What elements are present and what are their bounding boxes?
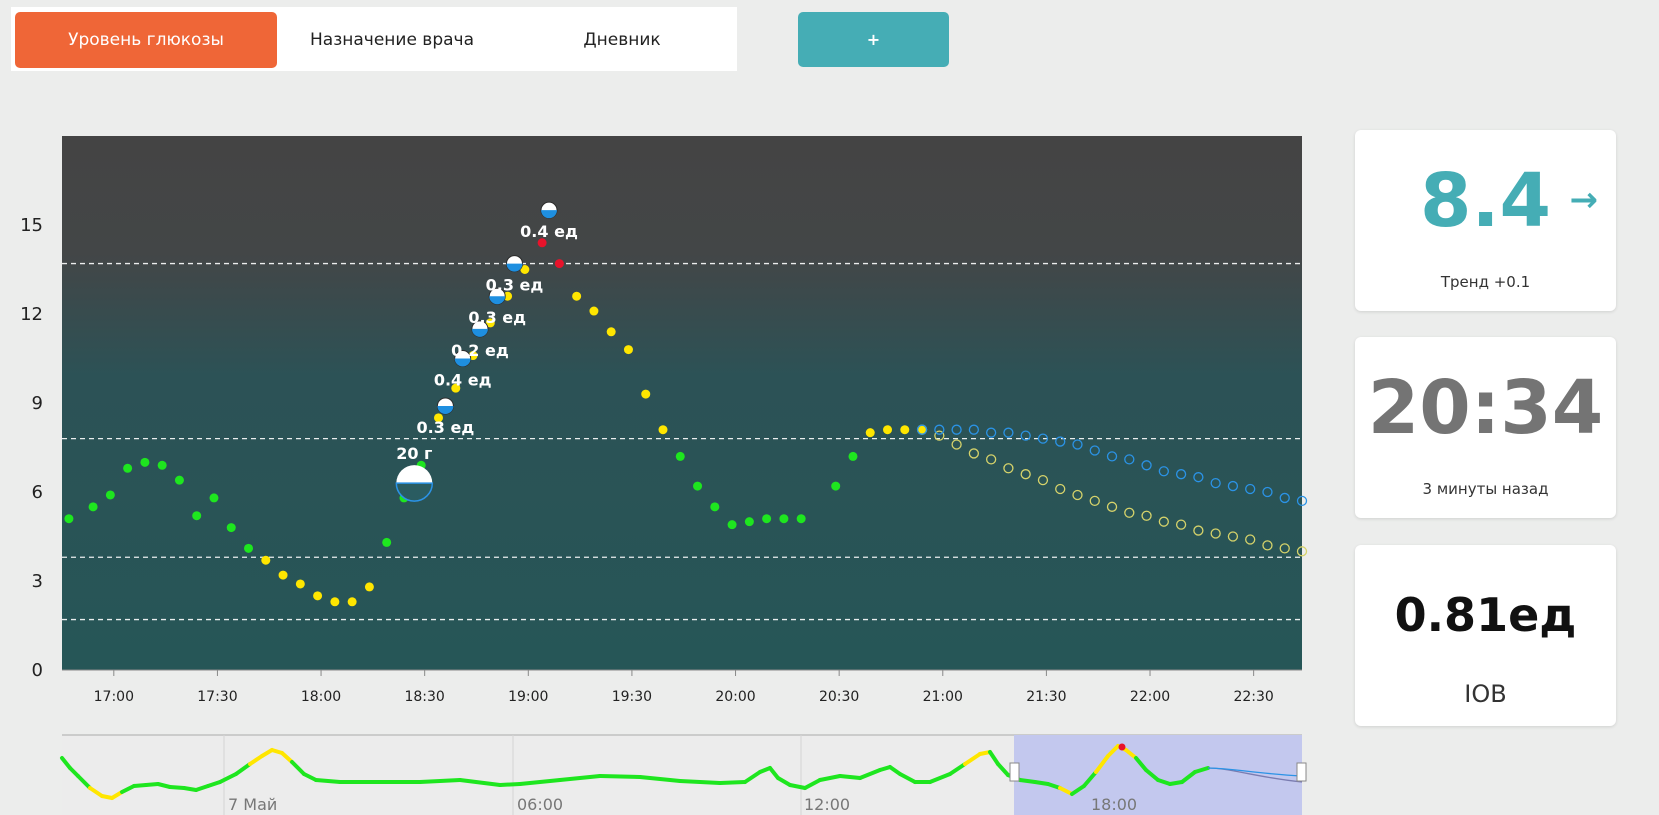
navigator-time-label: 7 Май [228, 795, 277, 814]
glucose-point[interactable] [744, 517, 754, 527]
insulin-dose-label: 0.2 ед [451, 341, 509, 360]
x-tick-label: 22:00 [1130, 689, 1170, 705]
last-reading-time: 20:34 [1367, 365, 1604, 451]
glucose-point[interactable] [330, 597, 340, 607]
navigator-time-label: 06:00 [517, 795, 563, 814]
glucose-point[interactable] [675, 451, 685, 461]
x-tick-label: 18:30 [404, 689, 444, 705]
x-tick-label: 17:30 [197, 689, 237, 705]
navigator-trace-segment [168, 785, 186, 790]
range-navigator[interactable]: 7 Май 06:00 12:00 18:00 [0, 730, 1320, 815]
glucose-point[interactable] [157, 460, 167, 470]
insulin-dose-label: 0.3 ед [468, 308, 526, 327]
glucose-point[interactable] [727, 520, 737, 530]
x-tick-label: 19:30 [612, 689, 652, 705]
navigator-trace-segment [1018, 778, 1037, 784]
navigator-trace-segment [718, 780, 747, 785]
glucose-point[interactable] [382, 537, 392, 547]
glucose-point[interactable] [606, 327, 616, 337]
y-tick-label: 6 [32, 482, 43, 503]
insulin-dose-label: 0.3 ед [417, 418, 475, 437]
glucose-point[interactable] [123, 463, 133, 473]
glucose-point[interactable] [105, 490, 115, 500]
navigator-trace-segment [498, 782, 522, 787]
glucose-point[interactable] [554, 259, 564, 269]
glucose-point[interactable] [347, 597, 357, 607]
glucose-point[interactable] [589, 306, 599, 316]
x-tick-label: 17:00 [94, 689, 134, 705]
glucose-point[interactable] [865, 428, 875, 438]
navigator-handle-left[interactable] [1009, 762, 1020, 782]
glucose-point[interactable] [883, 425, 893, 435]
last-reading-ago: 3 минуты назад [1422, 480, 1549, 498]
iob-value: 0.81ед [1394, 588, 1577, 642]
glucose-point[interactable] [140, 457, 150, 467]
insulin-dose-label: 0.3 ед [486, 276, 544, 295]
glucose-point[interactable] [796, 514, 806, 524]
navigator-trace-segment [678, 779, 722, 785]
navigator-trace-segment [314, 778, 342, 784]
navigator-trace-segment [418, 778, 462, 784]
glucose-point[interactable] [64, 514, 74, 524]
navigator-time-label: 18:00 [1091, 795, 1137, 814]
y-tick-label: 15 [20, 215, 43, 236]
glucose-point[interactable] [192, 511, 202, 521]
glucose-point[interactable] [693, 481, 703, 491]
glucose-point[interactable] [244, 543, 254, 553]
glucose-point[interactable] [572, 291, 582, 301]
plot-background [62, 136, 1302, 670]
y-tick-label: 9 [32, 393, 43, 414]
tab-doctor-prescription[interactable]: Назначение врача [277, 12, 507, 68]
x-tick-label: 20:30 [819, 689, 859, 705]
x-tick-label: 22:30 [1233, 689, 1273, 705]
y-tick-label: 3 [32, 571, 43, 592]
glucose-point[interactable] [710, 502, 720, 512]
insulin-dose-label: 0.4 ед [520, 222, 578, 241]
x-tick-label: 19:00 [508, 689, 548, 705]
glucose-point[interactable] [88, 502, 98, 512]
navigator-handle-right[interactable] [1296, 762, 1307, 782]
add-button[interactable]: + [798, 12, 949, 67]
glucose-point[interactable] [226, 523, 236, 533]
tab-diary[interactable]: Дневник [507, 12, 737, 68]
trend-arrow-icon: → [1569, 180, 1599, 220]
carbs-amount-label: 20 г [396, 444, 432, 463]
current-glucose-card: 8.4 → Тренд +0.1 [1355, 130, 1616, 311]
glucose-point[interactable] [313, 591, 323, 601]
glucose-point[interactable] [209, 493, 219, 503]
glucose-point[interactable] [295, 579, 305, 589]
navigator-high-point [1118, 743, 1126, 751]
x-tick-label: 21:30 [1026, 689, 1066, 705]
navigator-trace-segment [838, 774, 862, 780]
glucose-chart[interactable]: 0 3 6 9 12 15 17:00 17:30 18:00 18:30 19:00 19:30 2… [0, 120, 1320, 730]
glucose-point[interactable] [623, 345, 633, 355]
iob-card: 0.81ед IOB [1355, 545, 1616, 726]
glucose-point[interactable] [762, 514, 772, 524]
navigator-time-label: 12:00 [804, 795, 850, 814]
glucose-point[interactable] [278, 570, 288, 580]
glucose-point[interactable] [900, 425, 910, 435]
glucose-point[interactable] [779, 514, 789, 524]
last-reading-card: 20:34 3 минуты назад [1355, 337, 1616, 518]
tab-glucose[interactable]: Уровень глюкозы [15, 12, 277, 68]
tab-bar: Уровень глюкозы Назначение врача Дневник [11, 7, 737, 71]
y-tick-label: 12 [20, 304, 43, 325]
glucose-point[interactable] [831, 481, 841, 491]
navigator-trace-segment [598, 774, 642, 779]
x-tick-label: 18:00 [301, 689, 341, 705]
x-tick-label: 21:00 [923, 689, 963, 705]
glucose-point[interactable] [848, 451, 858, 461]
y-tick-label: 0 [32, 660, 43, 681]
glucose-point[interactable] [174, 475, 184, 485]
glucose-point[interactable] [641, 389, 651, 399]
glucose-point[interactable] [658, 425, 668, 435]
iob-label: IOB [1464, 680, 1507, 708]
trend-text: Тренд +0.1 [1440, 273, 1531, 291]
glucose-point[interactable] [261, 555, 271, 565]
glucose-point[interactable] [364, 582, 374, 592]
insulin-dose-label: 0.4 ед [434, 371, 492, 390]
x-tick-label: 20:00 [715, 689, 755, 705]
